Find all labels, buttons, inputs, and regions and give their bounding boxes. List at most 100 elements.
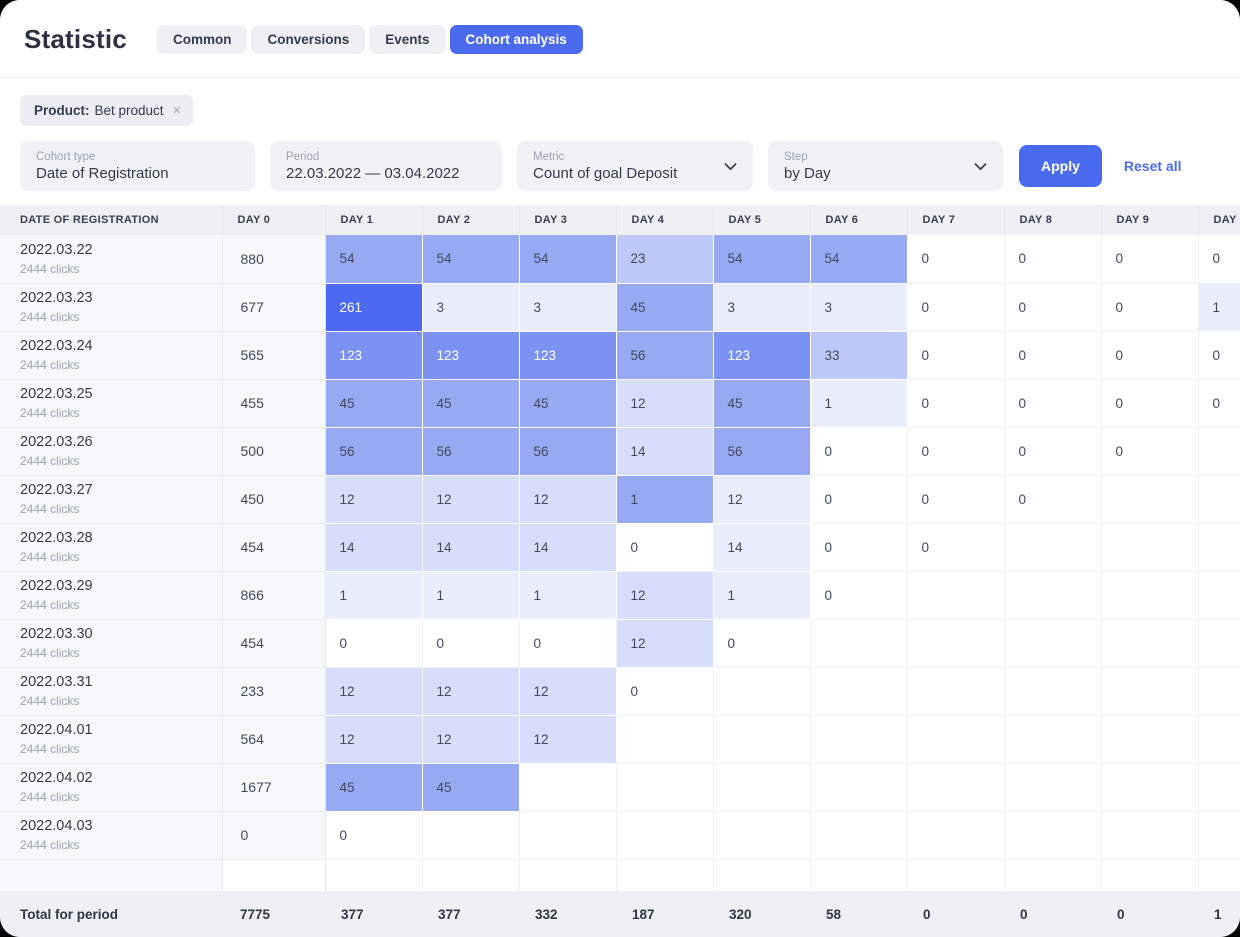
topbar: Statistic Common Conversions Events Coho… xyxy=(0,0,1240,78)
total-label: Total for period xyxy=(0,907,222,922)
tab-events[interactable]: Events xyxy=(369,25,445,54)
total-value: 187 xyxy=(616,907,713,922)
day-cell xyxy=(1101,571,1198,619)
cohort-row: 2022.03.252444 clicks455454545124510000 xyxy=(0,379,1240,427)
cohort-row: 2022.03.272444 clicks450121212112000 xyxy=(0,475,1240,523)
date-cell: 2022.03.232444 clicks xyxy=(0,283,222,331)
day-cell: 23 xyxy=(616,235,713,283)
day-cell xyxy=(1101,811,1198,859)
day-cell xyxy=(810,763,907,811)
cohort-type-select[interactable]: Cohort type Date of Registration xyxy=(20,141,255,191)
tab-cohort-analysis[interactable]: Cohort analysis xyxy=(450,25,583,54)
column-header: DAY 6 xyxy=(810,205,907,235)
day-cell xyxy=(810,619,907,667)
column-header: DAY 5 xyxy=(713,205,810,235)
day-cell: 12 xyxy=(325,715,422,763)
filter-chip-row: Product: Bet product × xyxy=(0,78,1240,134)
total-value: 0 xyxy=(1101,907,1198,922)
day-cell: 12 xyxy=(325,667,422,715)
day-cell xyxy=(810,667,907,715)
day-cell: 0 xyxy=(1004,283,1101,331)
day-cell: 45 xyxy=(422,763,519,811)
close-icon[interactable]: × xyxy=(173,103,182,118)
day-cell xyxy=(1101,475,1198,523)
spacer-cell xyxy=(1101,859,1198,891)
day-cell: 3 xyxy=(713,283,810,331)
day-cell: 0 xyxy=(1004,475,1101,523)
day-cell: 0 xyxy=(1101,427,1198,475)
day-cell: 3 xyxy=(519,283,616,331)
day-cell: 0 xyxy=(1198,235,1240,283)
column-header: DAY 10 xyxy=(1198,205,1240,235)
period-label: Period xyxy=(286,151,486,163)
day-cell: 54 xyxy=(325,235,422,283)
day-cell xyxy=(1101,763,1198,811)
day0-cell: 1677 xyxy=(222,763,325,811)
date-cell: 2022.03.272444 clicks xyxy=(0,475,222,523)
day-cell: 0 xyxy=(907,427,1004,475)
day-cell xyxy=(713,763,810,811)
day-cell: 0 xyxy=(907,235,1004,283)
apply-button[interactable]: Apply xyxy=(1019,145,1102,187)
day-cell xyxy=(907,667,1004,715)
day-cell: 56 xyxy=(713,427,810,475)
step-select[interactable]: Step by Day xyxy=(768,141,1003,191)
day-cell: 1 xyxy=(325,571,422,619)
day-cell: 14 xyxy=(616,427,713,475)
tab-bar: Common Conversions Events Cohort analysi… xyxy=(157,25,583,54)
day-cell xyxy=(1004,571,1101,619)
day-cell: 0 xyxy=(713,619,810,667)
controls-row: Cohort type Date of Registration Period … xyxy=(0,134,1240,205)
day-cell: 56 xyxy=(616,331,713,379)
day-cell xyxy=(1198,571,1240,619)
column-header: DAY 4 xyxy=(616,205,713,235)
day-cell: 54 xyxy=(519,235,616,283)
date-cell: 2022.03.222444 clicks xyxy=(0,235,222,283)
cohort-row: 2022.03.222444 clicks8805454542354540000 xyxy=(0,235,1240,283)
day-cell: 0 xyxy=(1198,331,1240,379)
date-cell: 2022.03.302444 clicks xyxy=(0,619,222,667)
column-header: DAY 9 xyxy=(1101,205,1198,235)
column-header: DATE OF REGISTRATION xyxy=(0,205,222,235)
column-header: DAY 1 xyxy=(325,205,422,235)
day0-cell: 677 xyxy=(222,283,325,331)
cohort-table-header: DATE OF REGISTRATIONDAY 0DAY 1DAY 2DAY 3… xyxy=(0,205,1240,235)
day-cell: 0 xyxy=(1101,331,1198,379)
period-value: 22.03.2022 — 03.04.2022 xyxy=(286,165,486,182)
day-cell xyxy=(713,715,810,763)
day-cell: 123 xyxy=(713,331,810,379)
day-cell: 0 xyxy=(325,811,422,859)
day-cell xyxy=(907,619,1004,667)
cohort-row: 2022.03.302444 clicks454000120 xyxy=(0,619,1240,667)
day-cell: 0 xyxy=(519,619,616,667)
day-cell: 0 xyxy=(1004,427,1101,475)
day-cell: 14 xyxy=(519,523,616,571)
day-cell xyxy=(713,667,810,715)
day-cell: 0 xyxy=(1004,331,1101,379)
day-cell: 1 xyxy=(422,571,519,619)
metric-select[interactable]: Metric Count of goal Deposit xyxy=(517,141,753,191)
day-cell xyxy=(1004,619,1101,667)
tab-conversions[interactable]: Conversions xyxy=(251,25,365,54)
reset-all-button[interactable]: Reset all xyxy=(1124,158,1182,174)
spacer-cell xyxy=(222,859,325,891)
day-cell: 33 xyxy=(810,331,907,379)
total-value: 332 xyxy=(519,907,616,922)
period-select[interactable]: Period 22.03.2022 — 03.04.2022 xyxy=(270,141,502,191)
day-cell: 12 xyxy=(713,475,810,523)
spacer-cell xyxy=(810,859,907,891)
total-value: 7775 xyxy=(222,907,325,922)
product-filter-chip[interactable]: Product: Bet product × xyxy=(20,95,193,126)
day-cell xyxy=(1101,619,1198,667)
day0-cell: 455 xyxy=(222,379,325,427)
day-cell: 0 xyxy=(907,331,1004,379)
cohort-row: 2022.03.282444 clicks45414141401400 xyxy=(0,523,1240,571)
day-cell: 12 xyxy=(616,379,713,427)
day-cell: 12 xyxy=(519,667,616,715)
cohort-table: DATE OF REGISTRATIONDAY 0DAY 1DAY 2DAY 3… xyxy=(0,205,1240,891)
day-cell xyxy=(616,715,713,763)
day-cell: 45 xyxy=(325,379,422,427)
day-cell xyxy=(713,811,810,859)
step-value: by Day xyxy=(784,165,987,182)
tab-common[interactable]: Common xyxy=(157,25,248,54)
